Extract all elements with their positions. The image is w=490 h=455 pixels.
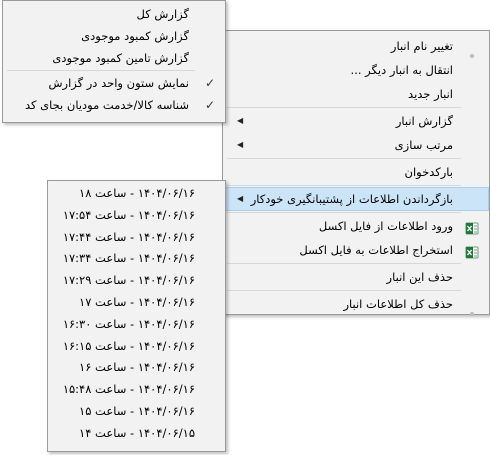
- backup-item-label: ۱۴۰۴/۰۶/۱۶ - ساعت ۱۷:۴۴: [62, 229, 195, 244]
- report-item-shortage[interactable]: گزارش کمبود موجودی: [3, 25, 225, 47]
- menu-separator: [7, 70, 195, 71]
- report-item-supply-shortage[interactable]: گزارش تامین کمبود موجودی: [3, 47, 225, 69]
- report-option-show-unit-column[interactable]: ✓ نمایش ستون واحد در گزارش: [3, 72, 225, 94]
- menu-item-restore-backup[interactable]: بازگرداندن اطلاعات از پشتیبانگیری خودکار…: [223, 187, 489, 211]
- check-icon: ✓: [204, 76, 215, 90]
- backup-item-label: ۱۴۰۴/۰۶/۱۶ - ساعت ۱۸: [79, 186, 195, 200]
- menu-item-label: انبار جدید: [408, 87, 453, 101]
- backup-item-label: ۱۴۰۴/۰۶/۱۶ - ساعت ۱۶: [79, 360, 195, 375]
- menu-separator: [227, 263, 461, 264]
- backup-item[interactable]: ۱۴۰۴/۰۶/۱۶ - ساعت ۱۷: [48, 292, 225, 314]
- backup-item-label: ۱۴۰۴/۰۶/۱۵ - ساعت ۱۴: [79, 425, 195, 440]
- menu-item-label: استخراج اطلاعات به فایل اکسل: [299, 243, 453, 257]
- backup-item[interactable]: ۱۴۰۴/۰۶/۱۶ - ساعت ۱۶: [48, 357, 225, 379]
- backup-item-label: ۱۴۰۴/۰۶/۱۶ - ساعت ۱۶:۱۵: [62, 338, 195, 353]
- rename-icon: [469, 43, 475, 58]
- menu-item-label: حذف این انبار: [386, 270, 453, 284]
- backup-item-label: ۱۴۰۴/۰۶/۱۶ - ساعت ۱۷: [79, 294, 195, 309]
- backup-item[interactable]: ۱۴۰۴/۰۶/۱۶ - ساعت ۱۶:۱۵: [48, 336, 225, 358]
- backup-item[interactable]: ۱۴۰۴/۰۶/۱۶ - ساعت ۱۷:۲۹: [48, 270, 225, 292]
- report-item-total[interactable]: گزارش کل: [3, 3, 225, 25]
- report-submenu: گزارش کل گزارش کمبود موجودی گزارش تامین …: [2, 0, 226, 123]
- menu-item-label: انتقال به انبار دیگر ...: [350, 63, 453, 77]
- submenu-arrow-icon: ◀: [237, 194, 244, 203]
- backup-submenu: ۱۴۰۴/۰۶/۱۶ - ساعت ۱۸ ۱۴۰۴/۰۶/۱۶ - ساعت ۱…: [47, 180, 226, 452]
- backup-item[interactable]: ۱۴۰۴/۰۶/۱۶ - ساعت ۱۷:۵۴: [48, 205, 225, 227]
- menu-item-rename[interactable]: تغییر نام انبار: [223, 34, 489, 58]
- menu-item-label: گزارش تامین کمبود موجودی: [52, 51, 189, 65]
- menu-item-export-excel[interactable]: استخراج اطلاعات به فایل اکسل: [223, 238, 489, 262]
- report-option-taxpayer-id[interactable]: ✓ شناسه کالا/خدمت مودیان بجای کد: [3, 94, 225, 116]
- menu-item-label: گزارش انبار: [395, 114, 453, 128]
- menu-separator: [227, 107, 461, 108]
- submenu-arrow-icon: ◀: [237, 116, 244, 125]
- menu-separator: [227, 185, 461, 186]
- menu-item-label: بازگرداندن اطلاعات از پشتیبانگیری خودکار: [250, 192, 453, 206]
- backup-item[interactable]: ۱۴۰۴/۰۶/۱۶ - ساعت ۱۷:۳۴: [48, 248, 225, 270]
- menu-item-delete-all[interactable]: حذف کل اطلاعات انبار: [223, 292, 489, 316]
- backup-item[interactable]: ۱۴۰۴/۰۶/۱۶ - ساعت ۱۸: [48, 183, 225, 205]
- excel-import-icon: [465, 219, 479, 235]
- menu-item-label: ورود اطلاعات از فایل اکسل: [318, 219, 453, 233]
- menu-separator: [227, 212, 461, 213]
- menu-item-label: نمایش ستون واحد در گزارش: [48, 76, 189, 90]
- menu-item-label: حذف کل اطلاعات انبار: [343, 297, 453, 311]
- backup-item-label: ۱۴۰۴/۰۶/۱۶ - ساعت ۱۶:۳۰: [62, 316, 195, 331]
- backup-item-label: ۱۴۰۴/۰۶/۱۶ - ساعت ۱۷:۳۴: [62, 251, 195, 266]
- backup-item[interactable]: ۱۴۰۴/۰۶/۱۵ - ساعت ۱۴: [48, 423, 225, 445]
- backup-item[interactable]: ۱۴۰۴/۰۶/۱۶ - ساعت ۱۷:۴۴: [48, 227, 225, 249]
- backup-item-label: ۱۴۰۴/۰۶/۱۶ - ساعت ۱۷:۲۹: [62, 273, 195, 288]
- backup-item[interactable]: ۱۴۰۴/۰۶/۱۶ - ساعت ۱۵:۴۸: [48, 379, 225, 401]
- menu-item-delete[interactable]: حذف این انبار: [223, 265, 489, 289]
- backup-item[interactable]: ۱۴۰۴/۰۶/۱۶ - ساعت ۱۶:۳۰: [48, 314, 225, 336]
- menu-item-label: تغییر نام انبار: [390, 39, 453, 53]
- menu-item-label: گزارش کل: [136, 7, 189, 21]
- menu-item-move[interactable]: انتقال به انبار دیگر ...: [223, 58, 489, 82]
- menu-item-label: مرتب سازی: [394, 138, 453, 152]
- excel-export-icon: [465, 243, 479, 259]
- backup-item[interactable]: ۱۴۰۴/۰۶/۱۶ - ساعت ۱۵: [48, 401, 225, 423]
- menu-item-sort[interactable]: مرتب سازی ◀: [223, 133, 489, 157]
- menu-item-barcode[interactable]: بارکدخوان: [223, 160, 489, 184]
- menu-item-label: گزارش کمبود موجودی: [81, 29, 189, 43]
- menu-separator: [227, 290, 461, 291]
- check-icon: ✓: [204, 98, 215, 112]
- menu-item-import-excel[interactable]: ورود اطلاعات از فایل اکسل: [223, 214, 489, 238]
- menu-item-label: بارکدخوان: [404, 165, 453, 179]
- delete-all-icon: [469, 301, 475, 316]
- backup-item-label: ۱۴۰۴/۰۶/۱۶ - ساعت ۱۵: [79, 403, 195, 418]
- menu-item-label: شناسه کالا/خدمت مودیان بجای کد: [24, 98, 189, 112]
- menu-item-report[interactable]: گزارش انبار ◀: [223, 109, 489, 133]
- menu-item-new[interactable]: انبار جدید: [223, 82, 489, 106]
- menu-separator: [227, 158, 461, 159]
- backup-item-label: ۱۴۰۴/۰۶/۱۶ - ساعت ۱۷:۵۴: [62, 207, 195, 222]
- submenu-arrow-icon: ◀: [237, 140, 244, 149]
- backup-item-label: ۱۴۰۴/۰۶/۱۶ - ساعت ۱۵:۴۸: [62, 382, 195, 397]
- warehouse-context-menu: تغییر نام انبار انتقال به انبار دیگر ...…: [222, 30, 490, 316]
